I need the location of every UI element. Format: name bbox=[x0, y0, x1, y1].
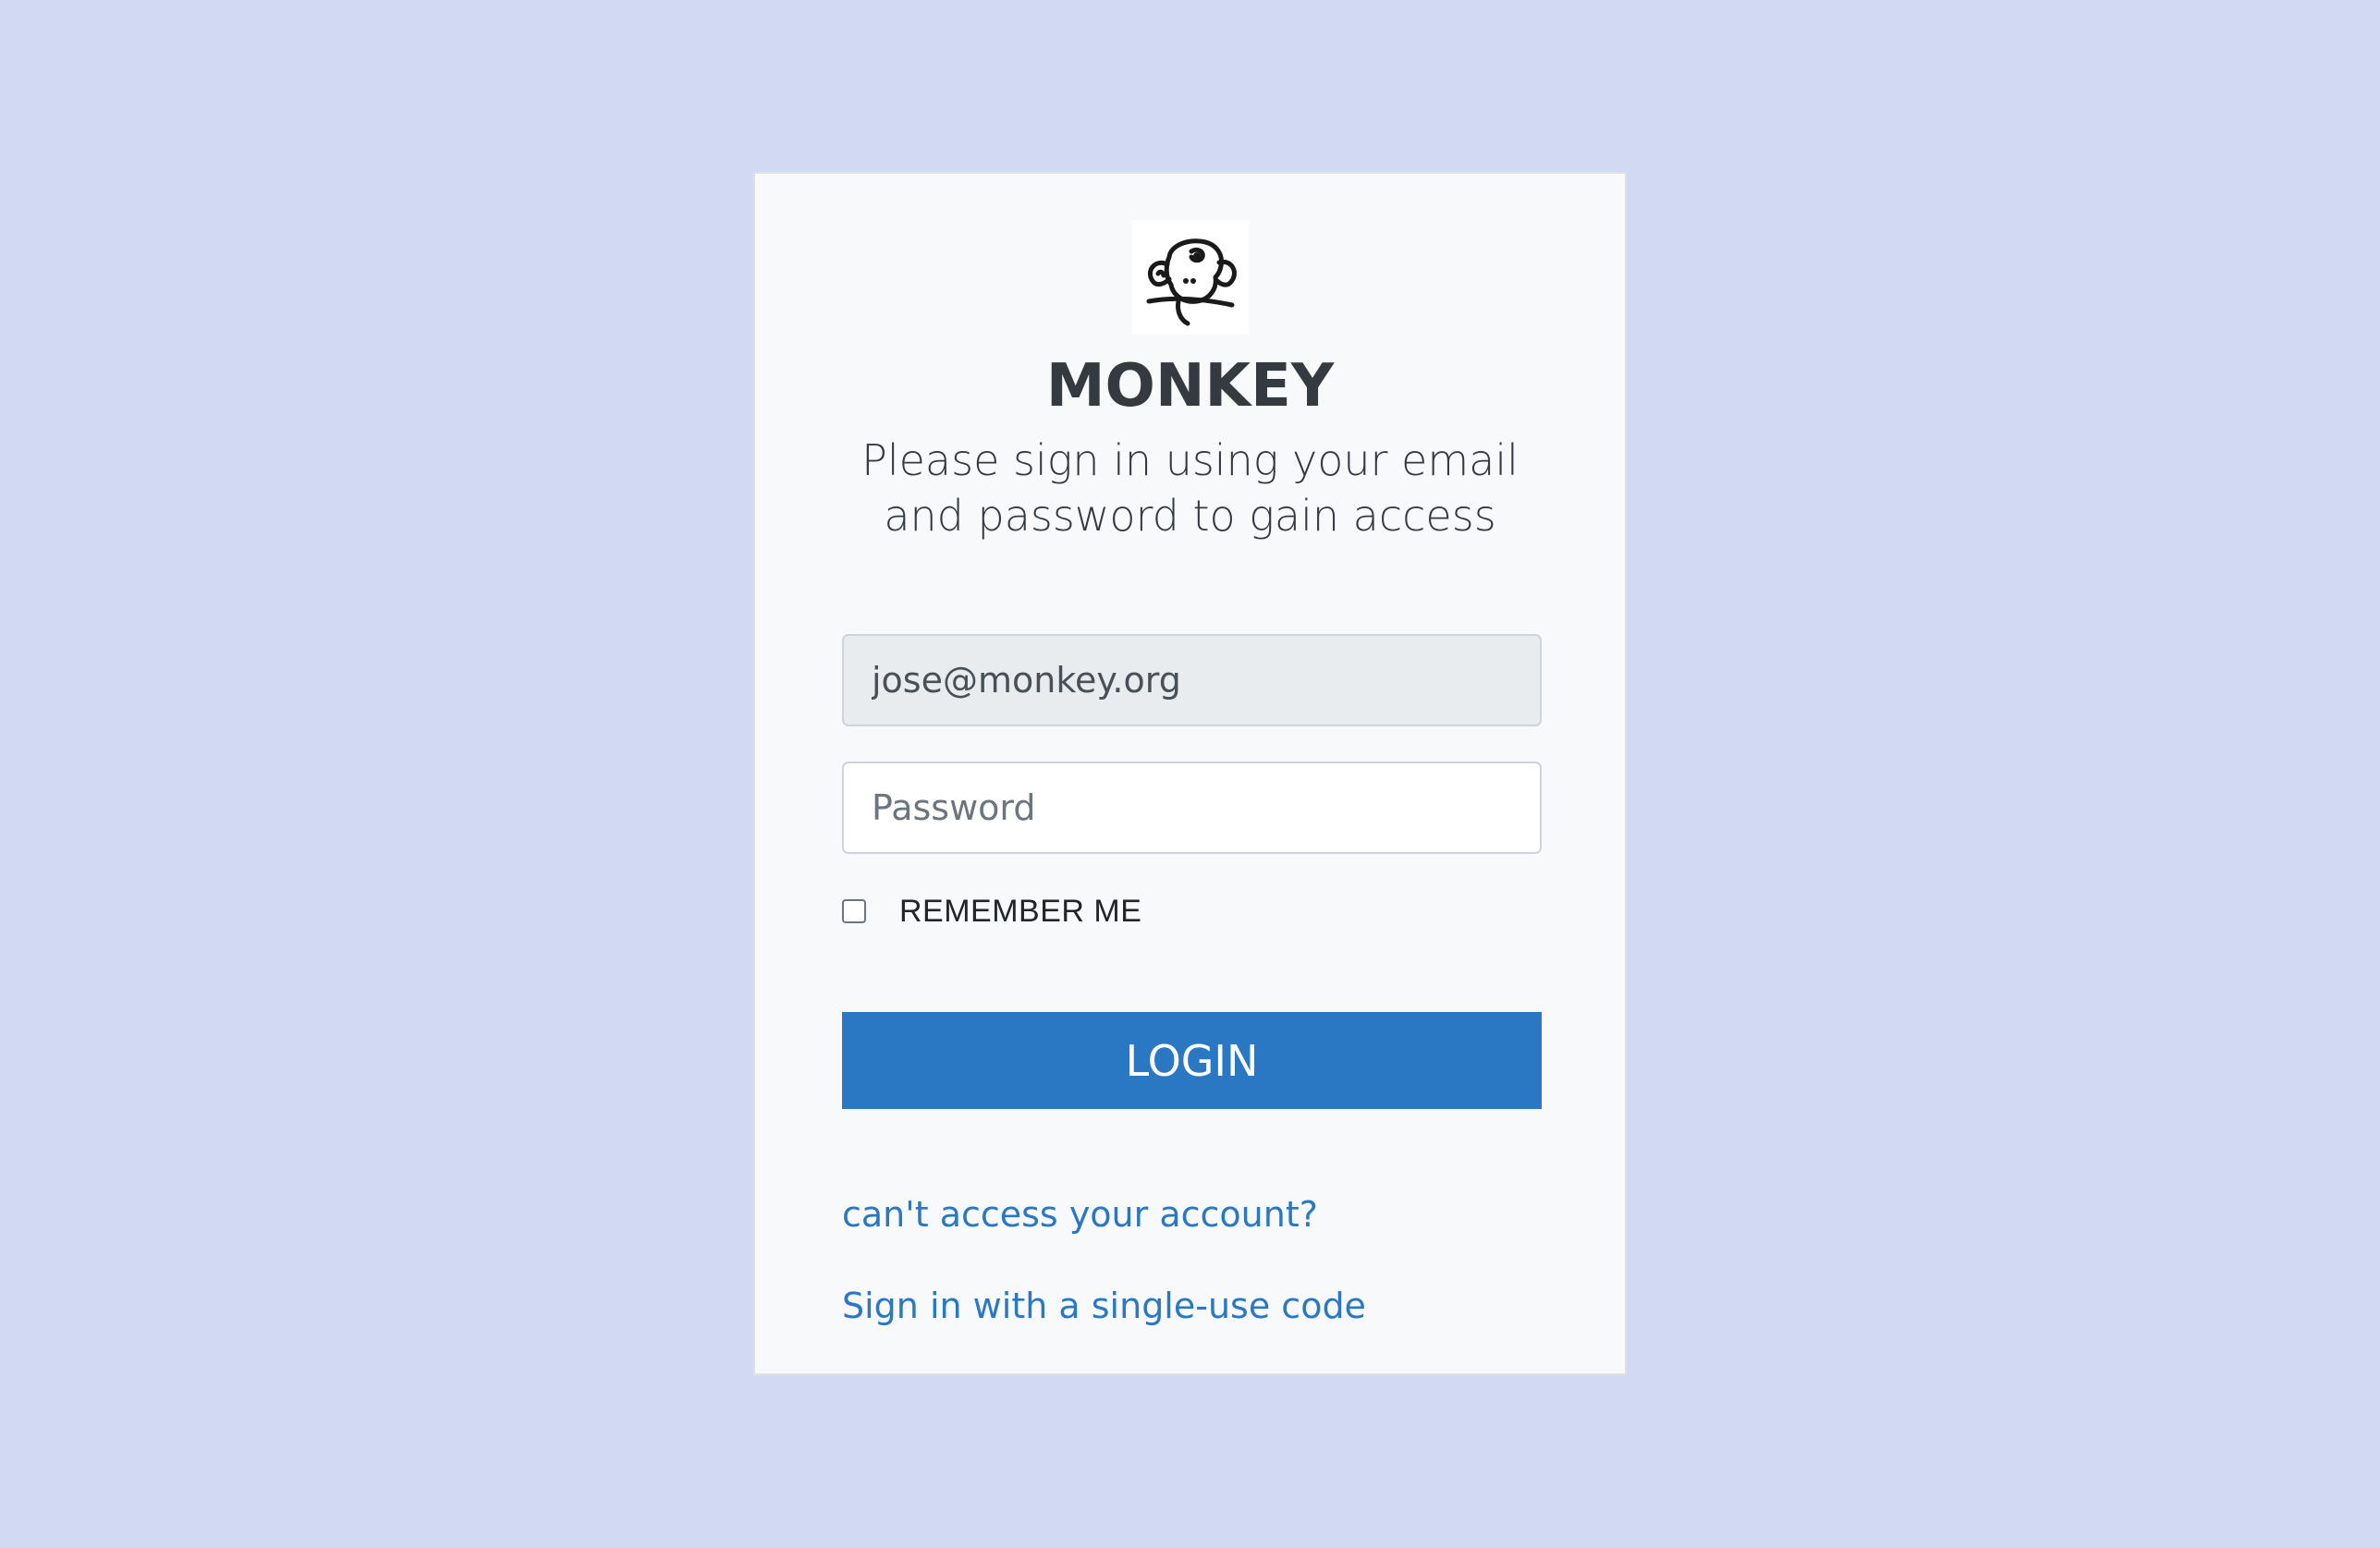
password-field[interactable] bbox=[842, 762, 1542, 854]
login-card: MONKEY Please sign in using your email a… bbox=[753, 172, 1627, 1375]
email-field[interactable] bbox=[842, 634, 1542, 726]
brand-name: MONKEY bbox=[1045, 352, 1335, 421]
login-button[interactable]: LOGIN bbox=[842, 1012, 1542, 1109]
remember-me-checkbox[interactable] bbox=[842, 899, 866, 923]
remember-me-label[interactable]: REMEMBER ME bbox=[899, 894, 1141, 930]
monkey-logo-icon bbox=[1132, 220, 1249, 335]
sign-in-instructions: Please sign in using your email and pass… bbox=[861, 435, 1519, 541]
single-use-code-link[interactable]: Sign in with a single-use code bbox=[842, 1286, 1366, 1326]
remember-me-row[interactable]: REMEMBER ME bbox=[842, 893, 1141, 930]
cant-access-account-link[interactable]: can't access your account? bbox=[842, 1194, 1318, 1235]
page-background: MONKEY Please sign in using your email a… bbox=[0, 0, 2380, 1548]
